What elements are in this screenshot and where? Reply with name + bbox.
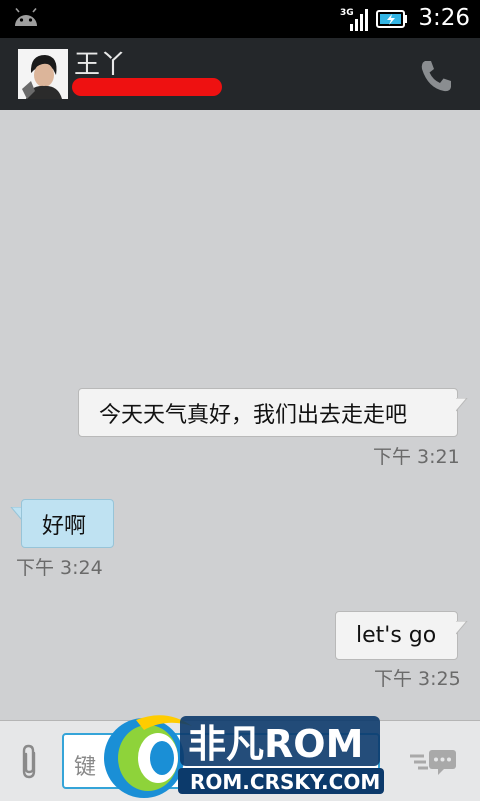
signal-3g-icon: 3G xyxy=(340,8,368,31)
watermark-brand: 非凡ROM xyxy=(188,722,363,766)
message-text: 今天天气真好，我们出去走走吧 xyxy=(99,402,408,428)
outgoing-message-bubble[interactable]: let's go xyxy=(335,611,458,660)
attach-button[interactable] xyxy=(16,743,44,785)
message-text: 好啊 xyxy=(42,513,87,539)
paperclip-icon xyxy=(22,744,36,779)
contact-number-redaction xyxy=(72,78,222,96)
message-text: let's go xyxy=(356,623,437,648)
bubble-tail xyxy=(456,621,468,635)
android-icon xyxy=(15,8,37,26)
send-message-icon xyxy=(410,750,456,775)
conversation-header: 王丫 xyxy=(0,38,480,110)
incoming-message-bubble[interactable]: 好啊 xyxy=(21,499,114,548)
status-bar: 3G 3:26 xyxy=(0,0,480,38)
clock: 3:26 xyxy=(418,5,470,31)
send-button[interactable] xyxy=(410,749,458,779)
outgoing-message-bubble[interactable]: 今天天气真好，我们出去走走吧 xyxy=(78,388,458,437)
battery-charging-icon xyxy=(376,10,407,28)
watermark-url: ROM.CRSKY.COM xyxy=(190,770,380,794)
message-timestamp: 下午 3:25 xyxy=(374,668,461,690)
avatar-photo-icon xyxy=(18,49,68,99)
contact-avatar[interactable] xyxy=(18,49,68,99)
contact-name: 王丫 xyxy=(74,50,127,80)
phone-icon xyxy=(421,61,451,92)
network-type-label: 3G xyxy=(340,8,354,18)
message-timestamp: 下午 3:21 xyxy=(373,446,460,468)
bubble-tail xyxy=(456,398,468,412)
watermark-logo: 非凡ROM ROM.CRSKY.COM xyxy=(104,715,384,798)
message-timestamp: 下午 3:24 xyxy=(16,557,103,579)
call-button[interactable] xyxy=(416,56,456,96)
message-input-value: 键 xyxy=(74,755,97,780)
